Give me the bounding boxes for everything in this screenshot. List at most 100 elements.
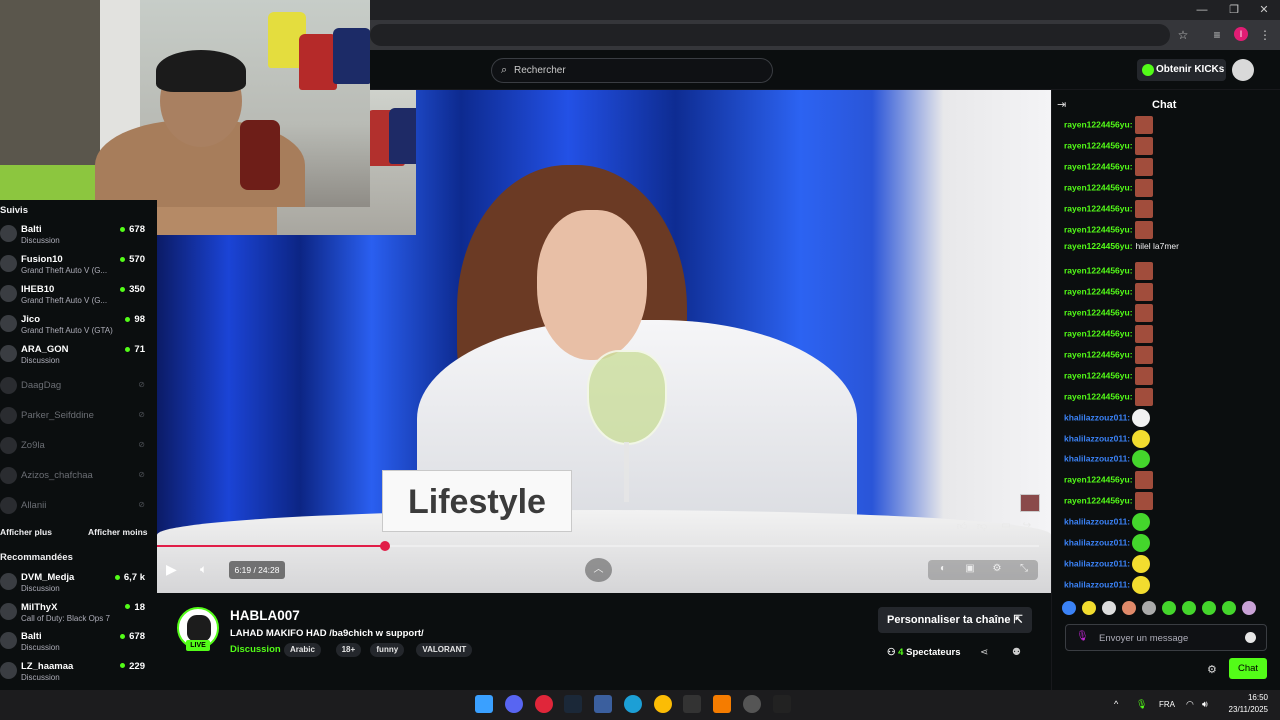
chat-username[interactable]: khalilazzouz011: [1064,537,1130,547]
sidebar-channel[interactable]: IHEB10 Grand Theft Auto V (G... 350 [0,282,157,310]
chat-username[interactable]: rayen1224456yu: [1064,119,1133,129]
chat-message[interactable]: rayen1224456yu: [1064,471,1269,492]
sidebar-recommended-channel[interactable]: DVM_Medja Discussion 6,7 k [0,570,157,598]
dislike-icon[interactable]: 👎︎ [973,520,991,534]
chat-message[interactable]: rayen1224456yu: [1064,220,1269,242]
chat-username[interactable]: rayen1224456yu: [1064,391,1133,401]
chat-username[interactable]: rayen1224456yu: [1064,495,1133,505]
get-kicks-button[interactable]: Obtenir KICKs [1137,59,1226,81]
search-input[interactable]: ⌕ Rechercher [491,58,773,83]
chat-message[interactable]: rayen1224456yu: [1064,366,1269,388]
stream-tag[interactable]: funny [370,643,405,657]
chat-username[interactable]: khalilazzouz011: [1064,433,1130,443]
chat-message[interactable]: khalilazzouz011: [1064,513,1269,534]
sidebar-recommended-channel[interactable]: LZ_haamaa Discussion 229 [0,659,157,687]
chat-message[interactable]: khalilazzouz011: [1064,575,1269,597]
sidebar-channel-offline[interactable]: Allanii ⊘ [0,494,157,522]
toggle-icon[interactable]: ◐ [936,563,950,577]
stream-tag[interactable]: Arabic [284,643,321,657]
pip-icon[interactable]: ▣ [963,563,977,577]
chat-username[interactable]: khalilazzouz011: [1064,579,1130,589]
chat-username[interactable]: rayen1224456yu: [1064,349,1133,359]
maximize-button[interactable]: ❐ [1218,0,1250,20]
share-icon[interactable]: ⋖ [980,647,988,658]
language-indicator[interactable]: FRA [1159,700,1175,709]
profile-icon[interactable]: I [1234,27,1248,41]
collapse-chat-icon[interactable]: ⇥ [1057,98,1066,111]
emoji-picker-icon[interactable] [1245,632,1256,643]
emote-icon[interactable] [1202,601,1216,615]
more-menu-icon[interactable]: ⋮ [1257,27,1273,43]
emote-icon[interactable] [1142,601,1156,615]
shield-icon[interactable] [594,695,612,713]
chat-username[interactable]: rayen1224456yu: [1064,203,1133,213]
microphone-icon[interactable]: 🎙︎ [1076,631,1089,642]
chat-username[interactable]: rayen1224456yu: [1064,140,1133,150]
emote-bar[interactable] [1062,601,1268,619]
emote-icon[interactable] [1122,601,1136,615]
volume-tray-icon[interactable]: 🔊︎ [1202,699,1208,710]
gear-icon[interactable]: ⚙ [990,563,1004,577]
discord-icon[interactable] [505,695,523,713]
chat-message[interactable]: khalilazzouz011: [1064,554,1269,576]
edge-icon[interactable] [624,695,642,713]
customize-channel-button[interactable]: Personnaliser ta chaîne ⇱ [878,607,1032,633]
sidebar-recommended-channel[interactable]: Balti Discussion 678 [0,629,157,657]
avatar[interactable] [1232,59,1254,81]
comment-icon[interactable]: ▭ [997,520,1015,534]
chat-message[interactable]: rayen1224456yu: [1064,116,1269,137]
sidebar-channel-offline[interactable]: Azizos_chafchaa ⊘ [0,464,157,492]
media-control-icon[interactable]: ≡ [1209,27,1225,43]
show-less-link[interactable]: Afficher moins [88,527,148,537]
chrome-icon[interactable] [654,695,672,713]
clock-time[interactable]: 16:50 [1236,693,1268,702]
chat-username[interactable]: rayen1224456yu: [1064,475,1133,485]
chat-username[interactable]: rayen1224456yu: [1064,224,1133,234]
chat-settings-icon[interactable]: ⚙ [1207,663,1217,676]
category-link[interactable]: Discussion [230,644,281,655]
chat-message[interactable]: rayen1224456yu: [1064,492,1269,513]
close-button[interactable]: ✕ [1248,0,1280,20]
sidebar-channel[interactable]: Balti Discussion 678 [0,222,157,250]
play-icon[interactable]: ▶ [166,561,184,579]
chat-message[interactable]: khalilazzouz011: [1064,429,1269,451]
chat-message[interactable]: rayen1224456yu: [1064,157,1269,179]
obs-icon[interactable] [743,695,761,713]
chat-username[interactable]: rayen1224456yu: [1064,266,1133,276]
chat-username[interactable]: khalilazzouz011: [1064,516,1130,526]
start-icon[interactable] [475,695,493,713]
video-mini-thumbnail[interactable] [1020,494,1040,512]
sidebar-recommended-channel[interactable]: MiIThyX Call of Duty: Black Ops 7 18 [0,600,157,628]
like-icon[interactable]: 👍︎ [953,520,971,534]
sidebar-channel[interactable]: Fusion10 Grand Theft Auto V (G... 570 [0,252,157,280]
emote-icon[interactable] [1062,601,1076,615]
chevron-up-icon[interactable]: ︿ [585,558,612,582]
chat-message[interactable]: rayen1224456yu: [1064,262,1269,283]
chat-username[interactable]: khalilazzouz011: [1064,558,1130,568]
sidebar-channel[interactable]: Jico Grand Theft Auto V (GTA) 98 [0,312,157,340]
chevron-up-icon[interactable]: ^ [1114,699,1118,709]
volume-icon[interactable]: 🔈︎ [200,562,218,580]
stream-tag[interactable]: 18+ [335,643,362,657]
emote-icon[interactable] [1222,601,1236,615]
chat-username[interactable]: khalilazzouz011: [1064,454,1130,464]
chat-username[interactable]: rayen1224456yu: [1064,161,1133,171]
epic-games-icon[interactable] [683,695,701,713]
sidebar-channel[interactable]: ARA_GON Discussion 71 [0,342,157,370]
chat-message[interactable]: rayen1224456yu: [1064,304,1269,325]
progress-handle[interactable] [379,541,390,551]
chat-username[interactable]: rayen1224456yu: [1064,307,1133,317]
chat-message[interactable]: rayen1224456yu: [1064,199,1269,221]
share-video-icon[interactable]: ↪ [1018,520,1036,534]
fullscreen-icon[interactable]: ⤡ [1017,563,1031,577]
chat-message[interactable]: rayen1224456yu: [1064,325,1269,346]
show-more-link[interactable]: Afficher plus [0,527,52,537]
app-orange-icon[interactable] [713,695,731,713]
chat-message[interactable]: rayen1224456yu: [1064,345,1269,367]
chat-username[interactable]: rayen1224456yu: [1064,241,1133,251]
microphone-tray-icon[interactable]: 🎙︎ [1136,699,1147,710]
chat-send-button[interactable]: Chat [1229,658,1267,679]
chat-message[interactable]: rayen1224456yu: [1064,178,1269,200]
emote-icon[interactable] [1082,601,1096,615]
chat-input[interactable]: 🎙︎ Envoyer un message [1065,624,1267,651]
